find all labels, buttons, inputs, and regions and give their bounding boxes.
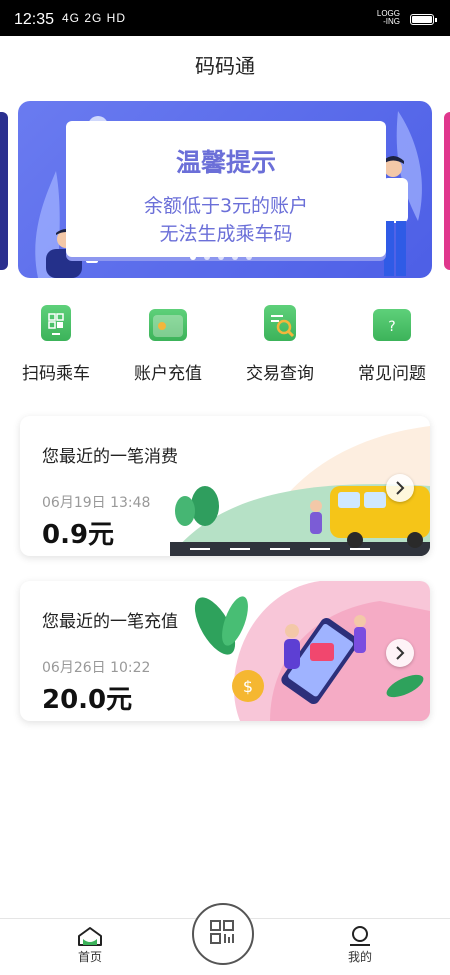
tab-home[interactable]: 首页	[60, 925, 120, 965]
card-amount: 0.9元	[42, 520, 115, 550]
quick-label: 账户充值	[134, 364, 202, 384]
tab-mine-label: 我的	[347, 950, 372, 964]
page-title: 码码通	[195, 54, 255, 78]
card-date: 06月26日 10:22	[42, 660, 151, 676]
tab-mine[interactable]: 我的	[330, 925, 390, 965]
qr-scan-icon	[210, 920, 234, 944]
carousel-dot[interactable]	[190, 254, 196, 260]
status-right-text: LOGG -ING	[376, 9, 400, 26]
quick-actions: 扫码乘车 账户充值 交易查询 ? 常见问题	[0, 305, 450, 385]
card-title: 您最近的一笔消费	[42, 447, 178, 467]
wallet-icon	[149, 309, 187, 341]
center-scan-button[interactable]	[192, 903, 254, 965]
notice-line-1: 余额低于3元的账户	[143, 195, 309, 217]
card-amount: 20.0元	[42, 685, 133, 715]
chevron-right-icon[interactable]	[386, 474, 414, 502]
carousel-dot[interactable]	[204, 254, 210, 260]
notice-card: 温馨提示 余额低于3元的账户 无法生成乘车码	[66, 121, 386, 257]
battery-icon	[410, 14, 437, 25]
notice-line-2: 无法生成乘车码	[159, 223, 293, 245]
card-date: 06月19日 13:48	[42, 495, 151, 511]
signal-icons: 4G 2G HD	[62, 11, 127, 25]
status-bar: 12:35 4G 2G HD LOGG -ING	[0, 0, 450, 36]
recent-spending-card[interactable]: 您最近的一笔消费 06月19日 13:48 0.9元	[20, 416, 430, 556]
quick-label: 扫码乘车	[22, 364, 90, 384]
banner-peek-left	[0, 112, 8, 270]
user-icon	[350, 926, 370, 946]
search-doc-icon	[264, 305, 296, 341]
quick-transactions[interactable]: 交易查询	[224, 305, 336, 384]
svg-text:$: $	[243, 677, 253, 696]
bottom-tab-bar: 首页 我的	[0, 903, 450, 975]
status-time: 12:35	[14, 11, 55, 28]
banner-peek-right	[444, 112, 450, 270]
quick-label: 交易查询	[246, 364, 314, 384]
carousel-dot[interactable]	[246, 254, 252, 260]
quick-recharge[interactable]: 账户充值	[112, 305, 224, 384]
recent-recharge-card[interactable]: $ 您最近的一笔充值 06月26日 10:22 20.0元	[20, 581, 430, 721]
qr-phone-icon	[41, 305, 71, 341]
svg-text:?: ?	[388, 319, 395, 335]
banner-carousel[interactable]: 温馨提示 余额低于3元的账户 无法生成乘车码	[18, 101, 432, 278]
home-icon	[78, 927, 102, 946]
carousel-dots[interactable]	[190, 254, 252, 260]
quick-label: 常见问题	[358, 364, 426, 384]
carousel-dot[interactable]	[218, 254, 224, 260]
chevron-right-icon[interactable]	[386, 639, 414, 667]
question-folder-icon: ?	[373, 309, 411, 341]
quick-scan-ride[interactable]: 扫码乘车	[0, 305, 112, 384]
card-title: 您最近的一笔充值	[42, 612, 178, 632]
carousel-dot[interactable]	[232, 254, 238, 260]
quick-faq[interactable]: ? 常见问题	[336, 305, 448, 384]
tab-home-label: 首页	[77, 950, 102, 964]
notice-title: 温馨提示	[175, 148, 276, 177]
